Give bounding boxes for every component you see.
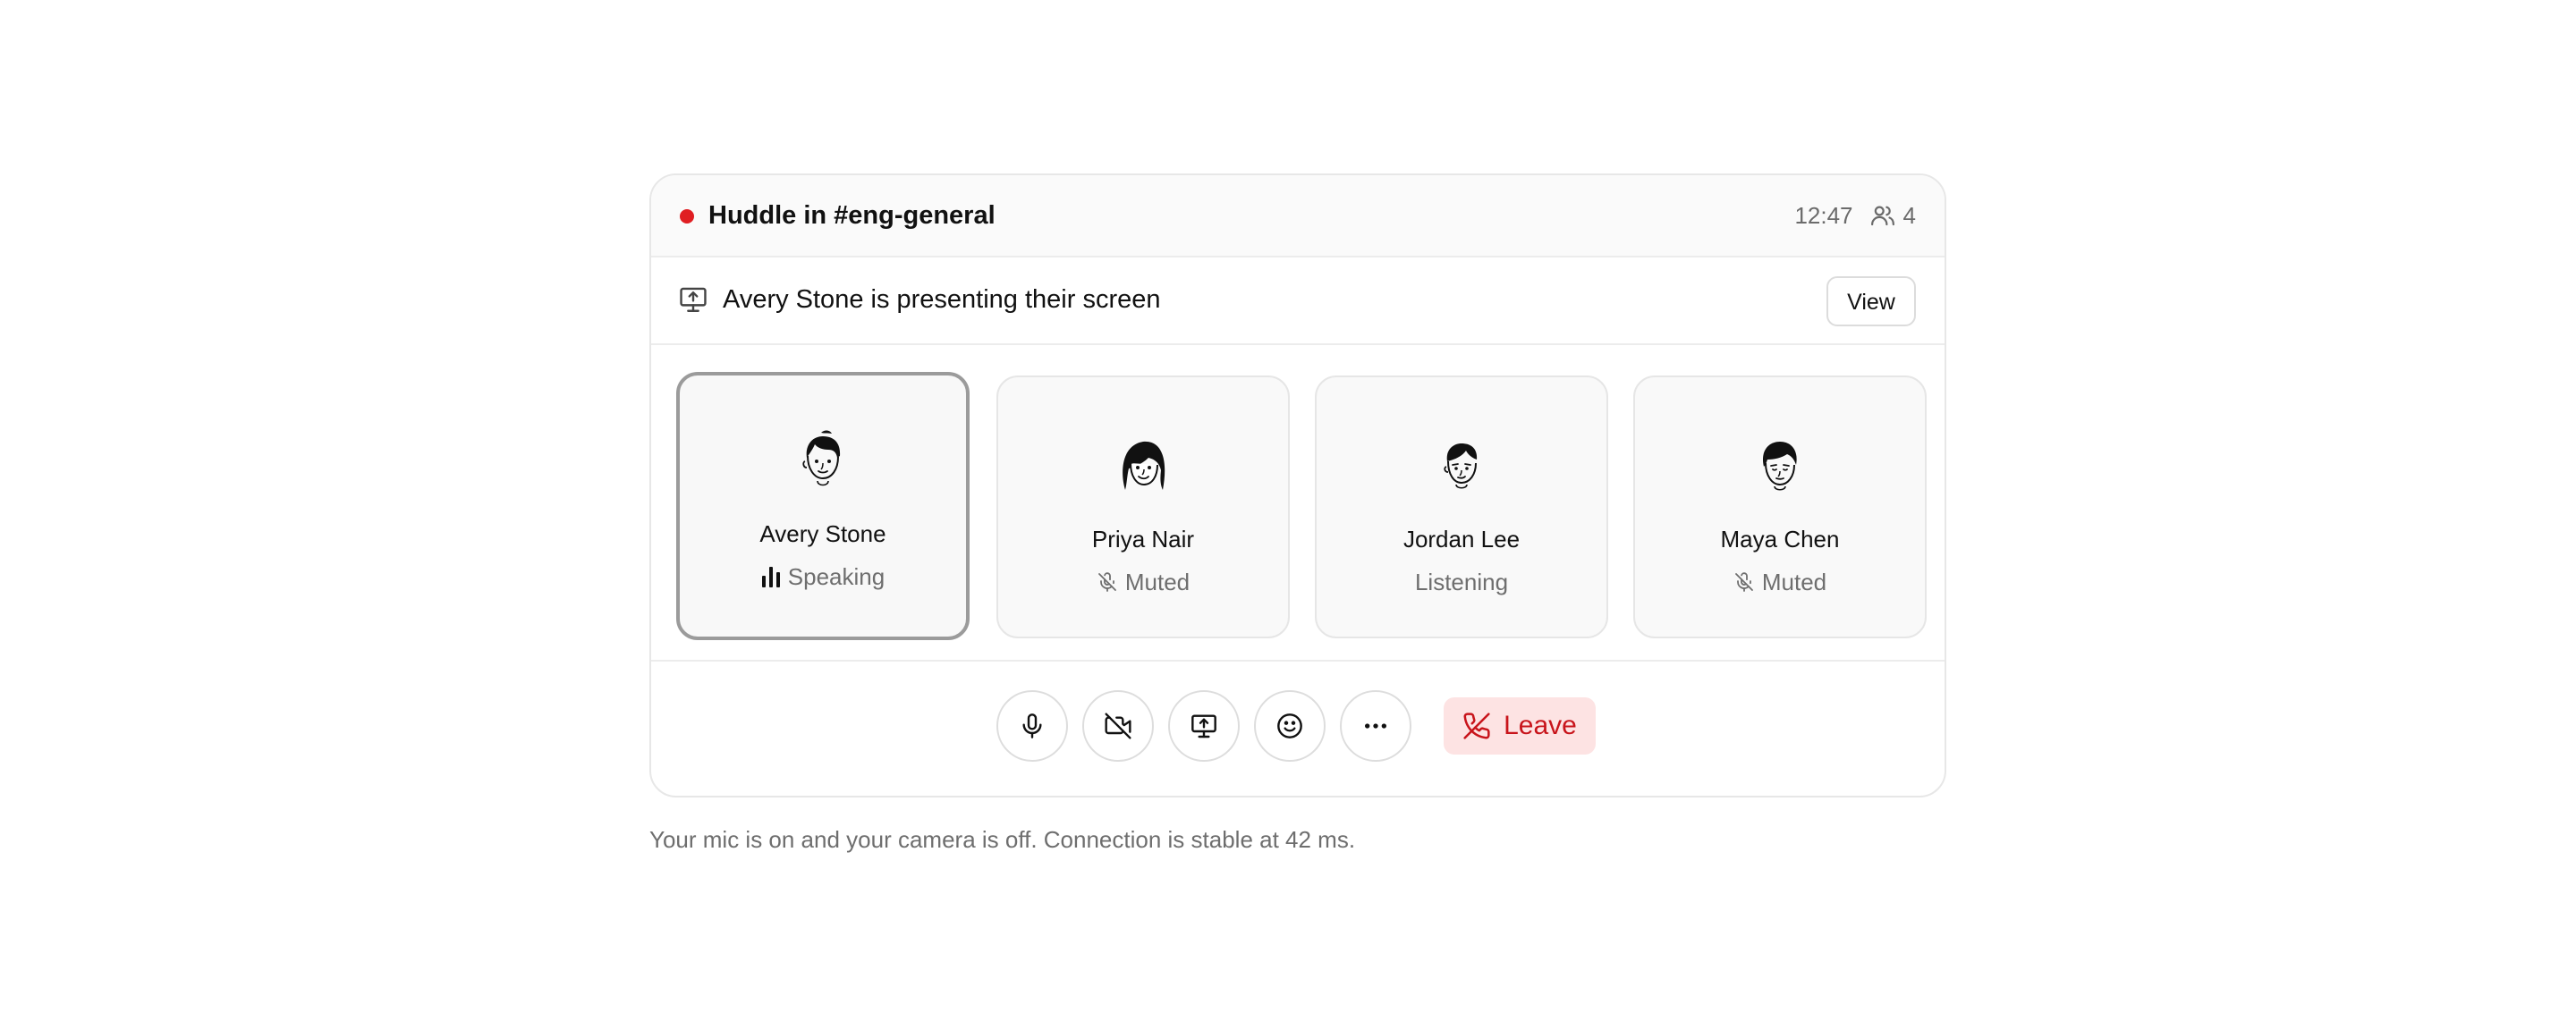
huddle-meta: 12:47 4: [1794, 198, 1916, 232]
participant-name: Jordan Lee: [1402, 526, 1521, 553]
participant-status: Muted: [998, 567, 1288, 597]
mic-icon: [1022, 713, 1042, 738]
huddle-title: Huddle in #eng-general: [708, 201, 996, 230]
screen-share-icon: [680, 287, 707, 312]
phone-off-icon: [1463, 713, 1490, 739]
participant-name: Maya Chen: [1720, 526, 1840, 553]
call-controls: Leave: [651, 662, 1945, 796]
more-icon: [1365, 723, 1386, 729]
more-button[interactable]: [1340, 690, 1411, 762]
avatar-maya: [1762, 442, 1797, 491]
participant-status: Speaking: [680, 561, 966, 592]
participant-count[interactable]: 4: [1869, 198, 1916, 232]
huddle-header: Huddle in #eng-general 12:47 4: [651, 175, 1945, 257]
speaking-bars-icon: [761, 567, 780, 587]
people-icon: [1870, 206, 1894, 226]
emoji-icon: [1277, 713, 1302, 738]
participant-grid: Avery Stone Speaking Priya Nair Muted Jo…: [651, 345, 1945, 662]
live-indicator: [680, 209, 694, 224]
participant-name: Priya Nair: [1091, 526, 1195, 553]
connection-status-text: Your mic is on and your camera is off. C…: [649, 826, 1356, 853]
view-screen-button[interactable]: View: [1826, 276, 1916, 326]
mic-button[interactable]: [996, 690, 1068, 762]
participant-tile-maya[interactable]: Maya Chen Muted: [1633, 375, 1927, 638]
camera-button[interactable]: [1082, 690, 1154, 762]
presenting-banner: Avery Stone is presenting their screen V…: [651, 257, 1945, 345]
participant-name: Avery Stone: [759, 520, 886, 547]
presenting-text: Avery Stone is presenting their screen: [723, 285, 1161, 314]
avatar-priya: [1123, 441, 1165, 490]
leave-label: Leave: [1504, 711, 1577, 740]
elapsed-time: 12:47: [1794, 202, 1853, 229]
leave-button[interactable]: Leave: [1444, 697, 1596, 755]
avatar-jordan: [1444, 443, 1478, 489]
participant-tile-priya[interactable]: Priya Nair Muted: [996, 375, 1290, 638]
camera-off-icon: [1105, 713, 1131, 739]
avatar-avery: [802, 430, 841, 486]
participant-tile-avery[interactable]: Avery Stone Speaking: [676, 372, 970, 640]
share-screen-icon: [1191, 714, 1216, 738]
mic-off-icon: [1734, 572, 1753, 592]
participant-status: Listening: [1317, 567, 1606, 597]
mic-off-icon: [1097, 572, 1116, 592]
participant-tile-jordan[interactable]: Jordan Lee Listening: [1315, 375, 1608, 638]
reaction-button[interactable]: [1254, 690, 1326, 762]
participant-status-label: Muted: [1124, 569, 1191, 595]
participant-status-label: Muted: [1761, 569, 1827, 595]
huddle-card: Huddle in #eng-general 12:47 4 Avery Sto…: [649, 173, 1946, 797]
participant-status-label: Speaking: [787, 563, 886, 590]
participant-count-value: 4: [1902, 202, 1916, 229]
participant-status: Muted: [1635, 567, 1925, 597]
participant-status-label: Listening: [1414, 569, 1509, 595]
share-screen-button[interactable]: [1168, 690, 1240, 762]
